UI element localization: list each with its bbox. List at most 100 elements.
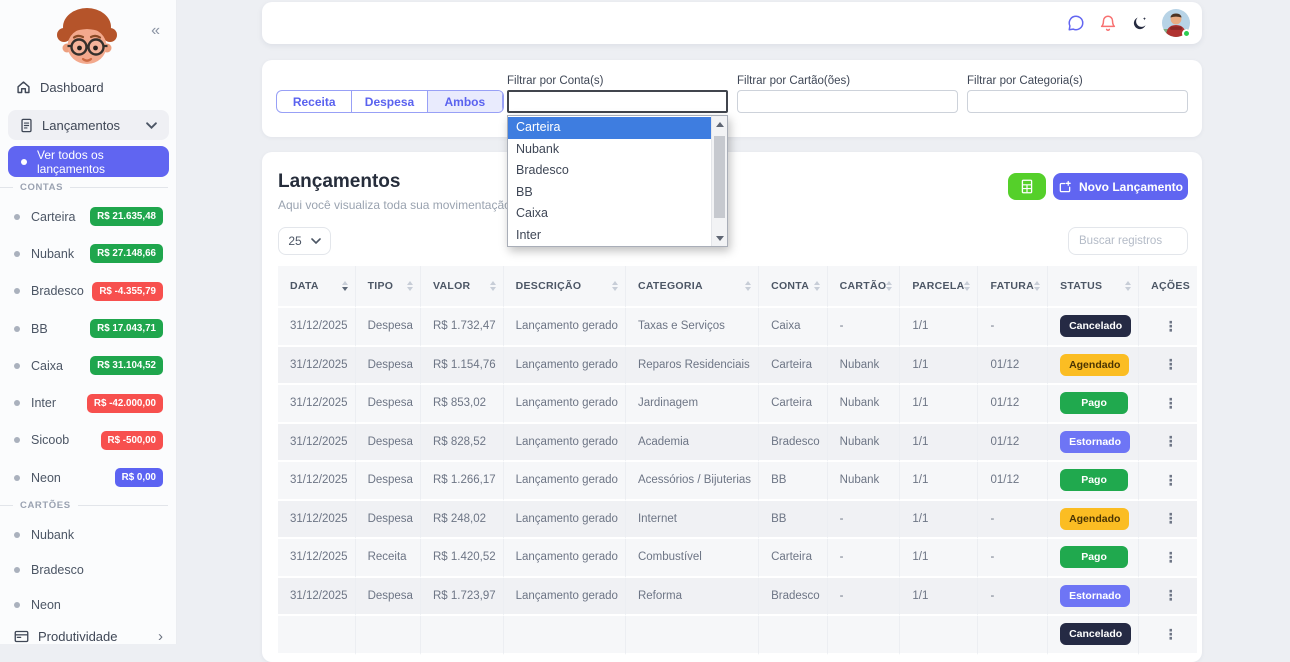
cell-categoria: Acessórios / Bijuterias xyxy=(626,462,759,501)
bullet-icon xyxy=(21,159,27,165)
col-header-data[interactable]: DATA xyxy=(278,266,356,308)
filter-categoria-input[interactable] xyxy=(967,90,1188,113)
dark-mode-moon-icon[interactable] xyxy=(1131,15,1148,32)
cell-acoes: ⋮ xyxy=(1139,578,1197,617)
export-spreadsheet-button[interactable] xyxy=(1008,173,1046,200)
sidebar-item-produtividade[interactable]: Produtividade › xyxy=(14,629,163,644)
filter-categoria-label: Filtrar por Categoria(s) xyxy=(967,75,1083,87)
sidebar-account-item[interactable]: Inter R$ -42.000,00 xyxy=(0,384,177,421)
cell-status: Agendado xyxy=(1048,501,1139,540)
bullet-icon xyxy=(14,437,20,443)
cell-conta xyxy=(759,616,828,655)
col-header-status[interactable]: STATUS xyxy=(1048,266,1139,308)
sidebar-item-dashboard[interactable]: Dashboard xyxy=(16,80,104,95)
col-header-categoria[interactable]: CATEGORIA xyxy=(626,266,759,308)
type-filter-button[interactable]: Despesa xyxy=(352,91,427,112)
sidebar-item-ver-todos-lancamentos[interactable]: Ver todos os lançamentos xyxy=(8,146,169,177)
row-actions-menu-icon[interactable]: ⋮ xyxy=(1164,587,1178,603)
row-actions-menu-icon[interactable]: ⋮ xyxy=(1164,626,1178,642)
novo-lancamento-button[interactable]: Novo Lançamento xyxy=(1053,173,1188,200)
dropdown-option[interactable]: Nubank xyxy=(508,139,711,161)
chat-icon[interactable] xyxy=(1067,14,1085,32)
dropdown-option[interactable]: Bradesco xyxy=(508,160,711,182)
bullet-icon xyxy=(14,475,20,481)
spreadsheet-icon xyxy=(1020,179,1034,194)
cell-parcela: 1/1 xyxy=(900,347,978,386)
account-balance-badge: R$ 21.635,48 xyxy=(90,207,163,226)
cell-valor xyxy=(421,616,504,655)
row-actions-menu-icon[interactable]: ⋮ xyxy=(1164,472,1178,488)
status-badge: Cancelado xyxy=(1060,623,1131,645)
filter-conta-input[interactable] xyxy=(507,90,728,113)
account-name: BB xyxy=(31,322,48,336)
card-name: Neon xyxy=(31,598,61,612)
table-row: 31/12/2025 Despesa R$ 1.723,97 Lançament… xyxy=(278,578,1197,617)
document-icon xyxy=(20,118,33,133)
cell-valor: R$ 1.723,97 xyxy=(421,578,504,617)
col-header-parcela[interactable]: PARCELA xyxy=(900,266,978,308)
type-filter-segmented-control: Receita Despesa Ambos xyxy=(276,90,504,113)
cell-tipo: Despesa xyxy=(356,385,421,424)
row-actions-menu-icon[interactable]: ⋮ xyxy=(1164,510,1178,526)
sidebar-account-item[interactable]: Neon R$ 0,00 xyxy=(0,459,177,496)
sidebar-account-item[interactable]: BB R$ 17.043,71 xyxy=(0,310,177,347)
sidebar-collapse-icon[interactable]: « xyxy=(151,23,160,39)
sidebar-account-item[interactable]: Caixa R$ 31.104,52 xyxy=(0,347,177,384)
type-filter-button[interactable]: Ambos xyxy=(428,91,503,112)
row-actions-menu-icon[interactable]: ⋮ xyxy=(1164,433,1178,449)
cell-acoes: ⋮ xyxy=(1139,539,1197,578)
cell-parcela: 1/1 xyxy=(900,578,978,617)
dropdown-option[interactable]: Caixa xyxy=(508,203,711,225)
sidebar-card-item[interactable]: Bradesco xyxy=(0,552,177,587)
cell-cartao: - xyxy=(828,539,901,578)
col-header-conta[interactable]: CONTA xyxy=(759,266,828,308)
cell-parcela: 1/1 xyxy=(900,462,978,501)
col-header-tipo[interactable]: TIPO xyxy=(356,266,421,308)
sort-icon xyxy=(745,281,751,292)
profile-avatar[interactable] xyxy=(1162,9,1190,37)
sort-icon xyxy=(1034,281,1040,292)
table-row: 31/12/2025 Despesa R$ 1.732,47 Lançament… xyxy=(278,308,1197,347)
col-header-valor[interactable]: VALOR xyxy=(421,266,504,308)
dropdown-option[interactable]: Carteira xyxy=(508,117,711,139)
scroll-up-icon[interactable] xyxy=(712,117,727,131)
table-row: 31/12/2025 Despesa R$ 853,02 Lançamento … xyxy=(278,385,1197,424)
sidebar-item-lancamentos[interactable]: Lançamentos xyxy=(8,110,169,140)
col-header-cartao[interactable]: CARTÃO xyxy=(828,266,901,308)
chevron-right-icon: › xyxy=(158,629,163,644)
row-actions-menu-icon[interactable]: ⋮ xyxy=(1164,395,1178,411)
row-actions-menu-icon[interactable]: ⋮ xyxy=(1164,318,1178,334)
sidebar-card-item[interactable]: Neon xyxy=(0,587,177,622)
sort-icon xyxy=(612,281,618,292)
sidebar-account-item[interactable]: Nubank R$ 27.148,66 xyxy=(0,235,177,272)
table-row: Cancelado ⋮ xyxy=(278,616,1197,655)
dropdown-scrollbar[interactable] xyxy=(711,116,727,246)
row-actions-menu-icon[interactable]: ⋮ xyxy=(1164,356,1178,372)
page-size-select[interactable]: 25 xyxy=(278,227,331,255)
scrollbar-thumb[interactable] xyxy=(714,136,725,218)
bullet-icon xyxy=(14,214,20,220)
sidebar-account-item[interactable]: Bradesco R$ -4.355,79 xyxy=(0,273,177,310)
cell-descricao: Lançamento gerado xyxy=(504,578,626,617)
col-header-descricao[interactable]: DESCRIÇÃO xyxy=(504,266,626,308)
cell-fatura: - xyxy=(978,539,1048,578)
bullet-icon xyxy=(14,532,20,538)
row-actions-menu-icon[interactable]: ⋮ xyxy=(1164,549,1178,565)
search-input[interactable] xyxy=(1068,227,1188,255)
cartoes-section-label: CARTÕES xyxy=(0,500,177,511)
filter-cartao-input[interactable] xyxy=(737,90,958,113)
notifications-bell-icon[interactable] xyxy=(1099,14,1117,32)
dropdown-option[interactable]: BB xyxy=(508,182,711,204)
col-header-fatura[interactable]: FATURA xyxy=(978,266,1048,308)
cell-tipo: Despesa xyxy=(356,578,421,617)
scroll-down-icon[interactable] xyxy=(712,231,727,245)
sidebar-card-item[interactable]: Nubank xyxy=(0,517,177,552)
cell-data: 31/12/2025 xyxy=(278,424,356,463)
sidebar-account-item[interactable]: Sicoob R$ -500,00 xyxy=(0,422,177,459)
dropdown-option[interactable]: Inter xyxy=(508,225,711,247)
sidebar-item-label: Dashboard xyxy=(40,80,104,95)
type-filter-button[interactable]: Receita xyxy=(277,91,352,112)
sidebar-account-item[interactable]: Carteira R$ 21.635,48 xyxy=(0,198,177,235)
cell-status: Cancelado xyxy=(1048,308,1139,347)
cell-fatura: 01/12 xyxy=(978,462,1048,501)
